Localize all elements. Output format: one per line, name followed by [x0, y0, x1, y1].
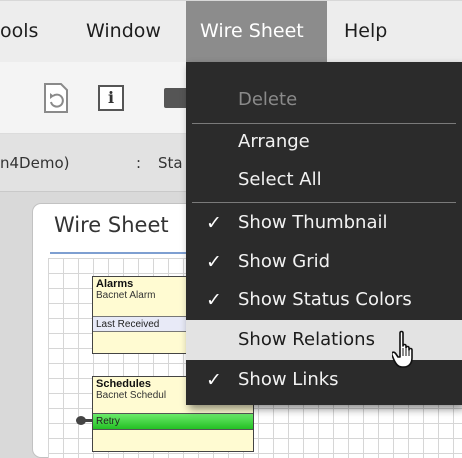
- menu-item-arrange[interactable]: Arrange: [186, 122, 462, 162]
- refresh-icon[interactable]: [42, 82, 72, 114]
- node-subtitle: Bacnet Schedul: [96, 390, 167, 401]
- menu-tools[interactable]: ools: [0, 1, 38, 63]
- menu-item-label: Show Thumbnail: [238, 212, 388, 233]
- info-icon[interactable]: i: [98, 85, 124, 111]
- panel-title: Wire Sheet: [54, 213, 169, 237]
- breadcrumb-item-next[interactable]: Sta: [158, 134, 183, 192]
- menu-window[interactable]: Window: [86, 1, 161, 63]
- alarms-component[interactable]: Alarms Bacnet Alarm Last Received: [92, 276, 192, 354]
- menu-item-show-links[interactable]: ✓ Show Links: [186, 360, 462, 400]
- menu-help[interactable]: Help: [344, 1, 387, 63]
- menu-item-label: Show Links: [238, 369, 339, 390]
- menu-item-label: Show Grid: [238, 251, 331, 272]
- check-icon: ✓: [206, 251, 222, 273]
- menu-item-show-grid[interactable]: ✓ Show Grid: [186, 242, 462, 282]
- check-icon: ✓: [206, 369, 222, 391]
- menu-item-show-relations[interactable]: Show Relations: [186, 320, 462, 360]
- node-subtitle: Bacnet Alarm: [96, 290, 156, 301]
- menu-item-show-thumbnail[interactable]: ✓ Show Thumbnail: [186, 203, 462, 243]
- wire-sheet-menu: Delete Arrange Select All ✓ Show Thumbna…: [186, 62, 462, 405]
- menubar: ools Window Wire Sheet Help: [0, 0, 462, 63]
- breadcrumb-separator: :: [136, 154, 142, 172]
- check-icon: ✓: [206, 289, 222, 311]
- link-handle[interactable]: [76, 416, 86, 425]
- menu-item-show-status-colors[interactable]: ✓ Show Status Colors: [186, 280, 462, 320]
- menu-item-delete: Delete: [238, 89, 298, 110]
- menu-item-select-all[interactable]: Select All: [186, 160, 462, 200]
- node-title: Alarms: [96, 278, 134, 290]
- node-slot[interactable]: Last Received: [93, 316, 191, 332]
- check-icon: ✓: [206, 212, 222, 234]
- node-title: Schedules: [96, 378, 152, 390]
- hand-cursor-icon: [392, 330, 413, 368]
- menu-wire-sheet[interactable]: Wire Sheet: [186, 1, 327, 63]
- breadcrumb-item-station[interactable]: n4Demo): [0, 134, 69, 192]
- menu-item-label: Show Status Colors: [238, 289, 412, 310]
- node-slot[interactable]: Retry: [93, 413, 253, 430]
